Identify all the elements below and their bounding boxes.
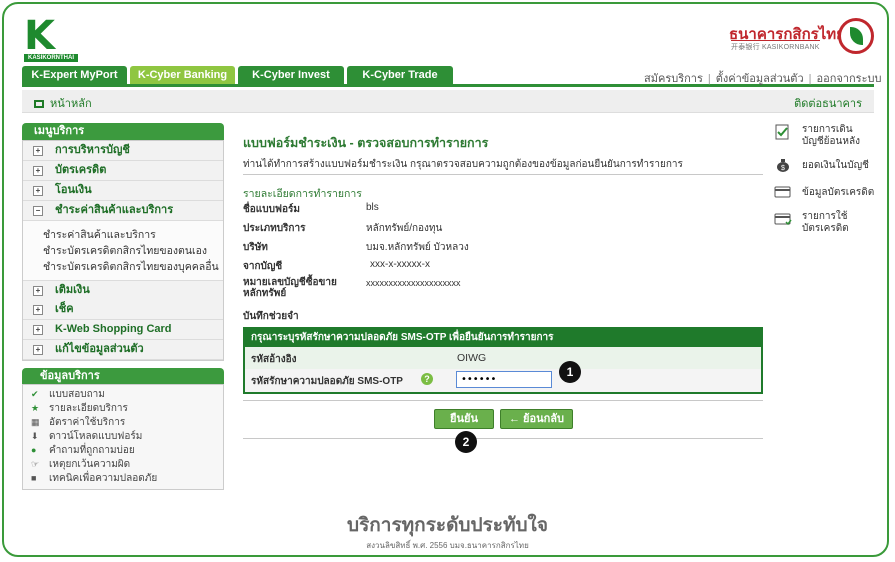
home-icon — [34, 100, 44, 108]
service-menu: + การบริหารบัญชี + บัตรเครดิต + โอนเงิน − ชำ… — [22, 140, 224, 361]
trading-account-value: xxxxxxxxxxxxxxxxxxxxx — [366, 278, 461, 288]
check-icon: ✔ — [31, 389, 39, 399]
expand-icon: + — [33, 286, 43, 296]
bank-name-en: 开泰银行 KASIKORNBANK — [731, 40, 820, 52]
service-type-label: ประเภทบริการ — [243, 223, 306, 234]
side-link-card-transactions-line1: รายการใช้ — [802, 211, 848, 222]
service-info-title: ข้อมูลบริการ — [22, 368, 224, 384]
help-icon[interactable]: ? — [421, 373, 433, 385]
otp-header: กรุณาระบุรหัสรักษาความปลอดภัย SMS-OTP เพ… — [245, 329, 761, 347]
menu-item-top-up[interactable]: + เติมเงิน — [23, 280, 223, 301]
expand-icon: + — [33, 146, 43, 156]
expand-icon: + — [33, 325, 43, 335]
info-item-download-forms[interactable]: ⬇ ดาวน์โหลดแบบฟอร์ม — [31, 429, 142, 444]
svg-text:$: $ — [781, 165, 785, 172]
from-account-label: จากบัญชี — [243, 261, 283, 272]
expand-icon: + — [33, 345, 43, 355]
info-item-questionnaire[interactable]: ✔ แบบสอบถาม — [31, 387, 105, 402]
submenu-pay-goods[interactable]: ชำระค่าสินค้าและบริการ — [43, 226, 156, 243]
star-icon: ★ — [31, 403, 40, 413]
menu-item-k-web-shopping-card[interactable]: + K-Web Shopping Card — [23, 320, 223, 340]
menu-item-bill-payment[interactable]: − ชำระค่าสินค้าและบริการ — [23, 201, 223, 221]
side-link-statement-line1: รายการเดิน — [802, 124, 853, 135]
top-links: สมัครบริการ | ตั้งค่าข้อมูลส่วนตัว | ออกจากร… — [644, 73, 882, 85]
menu-item-account-management[interactable]: + การบริหารบัญชี — [23, 141, 223, 161]
page-frame: K KASIKORNTHAI ธนาคารกสิกรไทย 开泰银行 KASIK… — [2, 2, 889, 557]
lock-icon: ■ — [31, 473, 37, 483]
collapse-icon: − — [33, 206, 43, 216]
side-link-statement-line2: บัญชีย้อนหลัง — [802, 136, 860, 147]
side-link-card-transactions-line2: บัตรเครดิต — [802, 223, 849, 234]
confirm-button[interactable]: ยืนยัน — [434, 409, 494, 429]
divider — [243, 400, 763, 401]
menu-item-transfer[interactable]: + โอนเงิน — [23, 181, 223, 201]
page-title: แบบฟอร์มชำระเงิน - ตรวจสอบการทำรายการ — [243, 136, 489, 150]
submenu-pay-other-card[interactable]: ชำระบัตรเครดิตกสิกรไทยของบุคคลอื่น — [43, 258, 219, 275]
settings-link[interactable]: ตั้งค่าข้อมูลส่วนตัว — [716, 73, 804, 85]
k-logo-icon: K — [24, 13, 55, 59]
expand-icon: + — [33, 166, 43, 176]
home-label: หน้าหลัก — [50, 98, 92, 110]
service-type-value: หลักทรัพย์/กองทุน — [366, 223, 443, 234]
tab-k-cyber-trade[interactable]: K-Cyber Trade — [347, 66, 453, 84]
sms-otp-input[interactable] — [456, 371, 552, 388]
info-item-security-tips[interactable]: ■ เทคนิคเพื่อความปลอดภัย — [31, 471, 157, 486]
menu-item-cheque[interactable]: + เช็ค — [23, 300, 223, 320]
otp-label: รหัสรักษาความปลอดภัย SMS-OTP — [251, 376, 403, 387]
side-link-credit-card-info-label: ข้อมูลบัตรเครดิต — [802, 187, 875, 198]
info-item-fees[interactable]: ▦ อัตราค่าใช้บริการ — [31, 415, 125, 430]
kbank-emblem-icon — [838, 18, 874, 54]
section-title: รายละเอียดการทำรายการ — [243, 188, 362, 200]
kasikornthai-logo[interactable]: K KASIKORNTHAI — [24, 13, 78, 62]
from-account-value: xxx-x-xxxxx-x — [370, 259, 430, 270]
menu-item-credit-card[interactable]: + บัตรเครดิต — [23, 161, 223, 181]
expand-icon: + — [33, 186, 43, 196]
tab-k-cyber-invest[interactable]: K-Cyber Invest — [238, 66, 344, 84]
side-link-balance-label: ยอดเงินในบัญชี — [802, 160, 869, 171]
footer-slogan: บริการทุกระดับประทับใจ — [347, 514, 548, 536]
hand-icon: ☞ — [31, 459, 40, 469]
expand-icon: + — [33, 305, 43, 315]
divider — [243, 438, 763, 439]
trading-account-label: หมายเลขบัญชีซื้อขาย หลักทรัพย์ — [243, 277, 337, 299]
tab-k-expert-myport[interactable]: K-Expert MyPort — [22, 66, 127, 84]
menu-item-edit-profile[interactable]: + แก้ไขข้อมูลส่วนตัว — [23, 340, 223, 360]
memo-label: บันทึกช่วยจำ — [243, 311, 299, 322]
register-link[interactable]: สมัครบริการ — [644, 73, 703, 85]
logo-text: KASIKORNTHAI — [24, 54, 78, 62]
reference-label: รหัสอ้างอิง — [251, 354, 297, 365]
download-icon: ⬇ — [31, 431, 39, 441]
back-button[interactable]: ← ย้อนกลับ — [500, 409, 573, 429]
form-name-label: ชื่อแบบฟอร์ม — [243, 204, 300, 215]
form-name-value: bls — [366, 202, 379, 213]
company-value: บมจ.หลักทรัพย์ บัวหลวง — [366, 242, 469, 253]
otp-reference-row: รหัสอ้างอิง OIWG — [245, 347, 761, 370]
submenu-pay-own-card[interactable]: ชำระบัตรเครดิตกสิกรไทยของตนเอง — [43, 242, 207, 259]
breadcrumb-bar: หน้าหลัก ติดต่อธนาคาร — [22, 90, 874, 113]
form-description: ท่านได้ทำการสร้างแบบฟอร์มชำระเงิน กรุณาต… — [243, 159, 683, 170]
otp-input-row: รหัสรักษาความปลอดภัย SMS-OTP ? — [245, 369, 761, 392]
card-list-icon — [774, 213, 792, 226]
info-item-disclaimer[interactable]: ☞ เหตุยกเว้นความผิด — [31, 457, 130, 472]
credit-card-icon — [774, 186, 791, 198]
step-badge-2: 2 — [455, 431, 477, 453]
service-menu-title: เมนูบริการ — [22, 123, 224, 140]
statement-icon — [775, 124, 789, 140]
divider — [243, 174, 763, 175]
money-bag-icon: $ — [777, 159, 789, 172]
otp-panel: กรุณาระบุรหัสรักษาความปลอดภัย SMS-OTP เพ… — [243, 327, 763, 394]
footer-copyright: สงวนลิขสิทธิ์ พ.ศ. 2556 บมจ.ธนาคารกสิกรไ… — [366, 541, 529, 550]
contact-bank-link[interactable]: ติดต่อธนาคาร — [794, 94, 862, 112]
home-link[interactable]: หน้าหลัก — [34, 94, 92, 112]
tab-k-cyber-banking[interactable]: K-Cyber Banking — [130, 66, 235, 84]
info-item-service-detail[interactable]: ★ รายละเอียดบริการ — [31, 401, 128, 416]
info-item-faq[interactable]: ● คำถามที่ถูกถามบ่อย — [31, 443, 135, 458]
logout-link[interactable]: ออกจากระบบ — [817, 73, 882, 85]
step-badge-1: 1 — [559, 361, 581, 383]
service-info: ✔ แบบสอบถาม ★ รายละเอียดบริการ ▦ อัตราค่าใช… — [22, 384, 224, 490]
question-icon: ● — [31, 445, 37, 455]
company-label: บริษัท — [243, 242, 268, 253]
reference-value: OIWG — [457, 352, 487, 364]
calculator-icon: ▦ — [31, 417, 40, 427]
